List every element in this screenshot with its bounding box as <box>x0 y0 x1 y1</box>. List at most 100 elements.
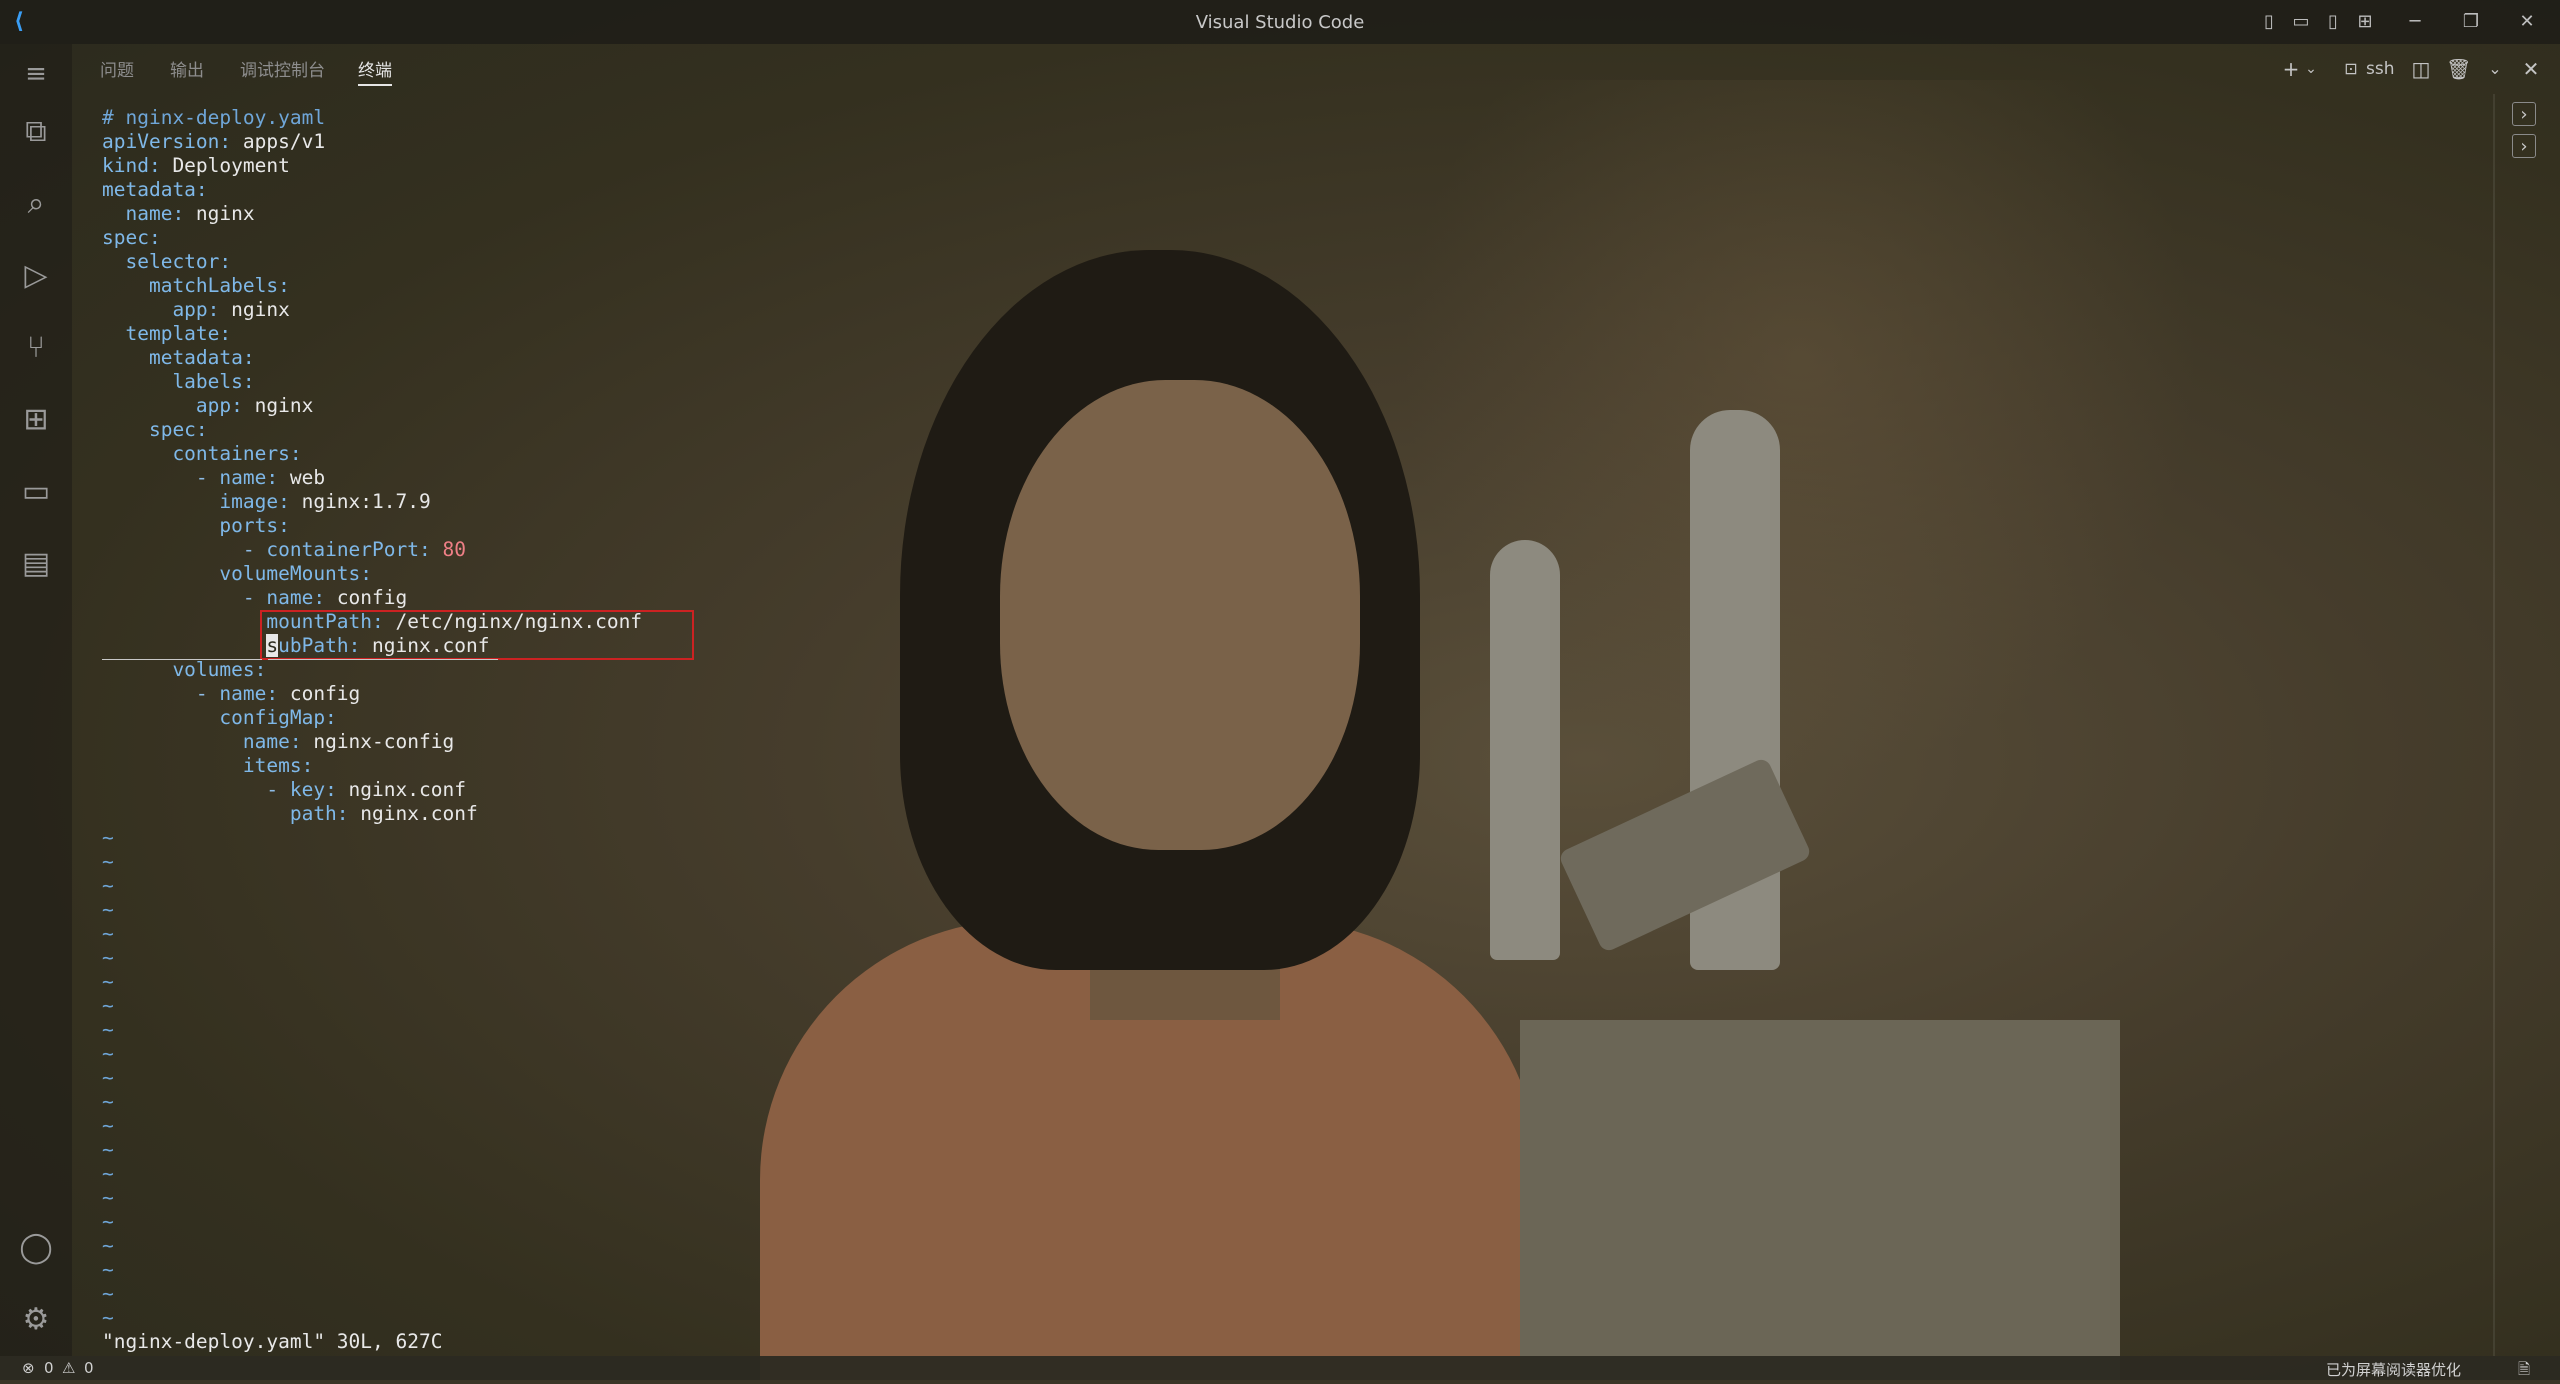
run-debug-icon[interactable]: ▷ <box>16 256 56 296</box>
notebook-icon[interactable]: ▤ <box>16 544 56 584</box>
errors-count[interactable]: 0 <box>44 1359 54 1377</box>
menu-icon[interactable]: ≡ <box>16 54 56 94</box>
terminal-text-segment: containerPort: <box>266 538 431 561</box>
terminal-line: kind: Deployment <box>102 154 290 178</box>
terminal-line: metadata: <box>102 346 255 370</box>
toggle-secondary-sidebar-icon[interactable]: ▯ <box>2322 12 2344 32</box>
screen-reader-status[interactable]: 已为屏幕阅读器优化 <box>2326 1359 2461 1380</box>
terminal-text-segment: items: <box>102 754 314 777</box>
search-icon[interactable]: ⌕ <box>16 184 56 224</box>
terminal-text-segment: metadata: <box>102 346 255 369</box>
terminal-line: - name: config <box>102 586 407 610</box>
terminal-text-segment: matchLabels: <box>102 274 290 297</box>
terminal-text-segment: config <box>278 682 361 705</box>
terminal-text-segment: image: <box>102 490 290 513</box>
terminal-text-segment: nginx <box>219 298 290 321</box>
vim-empty-line-tilde: ~ <box>102 898 114 921</box>
launch-profile-chevron-icon[interactable]: ⌄ <box>2304 56 2318 82</box>
tab-terminal[interactable]: 终端 <box>358 56 392 86</box>
vim-empty-line-tilde: ~ <box>102 1234 114 1257</box>
warnings-icon[interactable]: ⚠ <box>62 1359 75 1377</box>
toggle-primary-sidebar-icon[interactable]: ▯ <box>2258 12 2280 32</box>
terminal-text-segment: nginx.conf <box>348 802 478 825</box>
terminal-text-segment: nginx <box>242 394 314 417</box>
terminal-line: metadata: <box>102 178 208 202</box>
toggle-panel-icon[interactable]: ▭ <box>2290 12 2312 32</box>
vim-empty-line-tilde: ~ <box>102 1114 114 1137</box>
terminal-line: app: nginx <box>102 394 313 418</box>
terminal-text-segment: name: <box>102 202 185 225</box>
terminal-text-segment: - <box>102 778 290 801</box>
vim-empty-line-tilde: ~ <box>102 970 114 993</box>
vim-empty-line-tilde: ~ <box>102 922 114 945</box>
terminal-line: - name: config <box>102 682 360 706</box>
terminal-line: configMap: <box>102 706 336 730</box>
activity-bar: ≡ ⧉ ⌕ ▷ ⑂ ⊞ ▭ ▤ ◯ ⚙ <box>0 44 72 1356</box>
terminal-tabs-divider <box>2493 94 2495 1356</box>
customize-layout-icon[interactable]: ⊞ <box>2354 12 2376 32</box>
terminal-profile-label[interactable]: ssh <box>2366 56 2395 82</box>
split-terminal-icon[interactable]: ◫ <box>2410 56 2432 82</box>
explorer-icon[interactable]: ⧉ <box>16 112 56 152</box>
terminal-content[interactable]: # nginx-deploy.yaml apiVersion: apps/v1 ki… <box>102 106 2482 1356</box>
terminal-line: image: nginx:1.7.9 <box>102 490 430 514</box>
terminal-text-segment: kind: <box>102 154 161 177</box>
terminal-text-segment: name: <box>219 466 279 489</box>
vim-empty-line-tilde: ~ <box>102 850 114 873</box>
terminal-line: matchLabels: <box>102 274 290 298</box>
vim-empty-line-tilde: ~ <box>102 946 114 969</box>
close-panel-icon[interactable]: ✕ <box>2520 56 2542 82</box>
vim-empty-line-tilde: ~ <box>102 874 114 897</box>
new-terminal-plus-icon[interactable]: + <box>2280 56 2302 82</box>
remote-explorer-icon[interactable]: ▭ <box>16 472 56 512</box>
terminal-line: - name: web <box>102 466 325 490</box>
minimize-icon[interactable]: ─ <box>2404 12 2426 32</box>
vim-empty-line-tilde: ~ <box>102 1138 114 1161</box>
terminal-instance-2-icon[interactable]: › <box>2512 134 2536 158</box>
restore-icon[interactable]: ❐ <box>2460 12 2482 32</box>
tab-output[interactable]: 输出 <box>170 56 204 81</box>
notifications-icon[interactable]: 🗎 <box>2518 1359 2530 1384</box>
terminal-instance-1-icon[interactable]: › <box>2512 102 2536 126</box>
terminal-text-segment: spec: <box>102 418 208 441</box>
errors-icon[interactable]: ⊗ <box>22 1359 35 1377</box>
terminal-line: app: nginx <box>102 298 290 322</box>
extensions-icon[interactable]: ⊞ <box>16 400 56 440</box>
accounts-icon[interactable]: ◯ <box>16 1228 56 1268</box>
terminal-text-segment: selector: <box>102 250 232 273</box>
warnings-count[interactable]: 0 <box>84 1359 94 1377</box>
terminal-text-segment: key: <box>289 778 337 801</box>
terminal-text-segment: - <box>102 466 220 489</box>
vim-empty-line-tilde: ~ <box>102 826 114 849</box>
tab-debug-console[interactable]: 调试控制台 <box>240 56 325 81</box>
terminal-line: - containerPort: 80 <box>102 538 466 562</box>
vim-empty-line-tilde: ~ <box>102 1258 114 1281</box>
terminal-icon: ⊡ <box>2344 59 2358 78</box>
terminal-line: spec: <box>102 226 161 250</box>
terminal-text-segment: apps/v1 <box>231 130 326 153</box>
terminal-line: # nginx-deploy.yaml <box>102 106 325 130</box>
terminal-line: ports: <box>102 514 290 538</box>
source-control-icon[interactable]: ⑂ <box>16 328 56 368</box>
terminal-line: spec: <box>102 418 208 442</box>
terminal-line: labels: <box>102 370 254 394</box>
vim-empty-line-tilde: ~ <box>102 1306 114 1329</box>
tab-problems[interactable]: 问题 <box>100 56 134 81</box>
kill-terminal-trash-icon[interactable]: 🗑 <box>2446 56 2471 82</box>
terminal-line: selector: <box>102 250 231 274</box>
terminal-text-segment: nginx.conf <box>336 778 466 801</box>
terminal-text-segment: metadata: <box>102 178 208 201</box>
maximize-panel-chevron-icon[interactable]: ⌄ <box>2484 56 2506 82</box>
vim-empty-line-tilde: ~ <box>102 1162 114 1185</box>
close-window-icon[interactable]: ✕ <box>2516 12 2538 32</box>
terminal-line: volumeMounts: <box>102 562 372 586</box>
terminal-text-segment: app: <box>102 394 243 417</box>
terminal-text-segment: # nginx-deploy.yaml <box>102 106 326 129</box>
vim-empty-line-tilde: ~ <box>102 1210 114 1233</box>
terminal-text-segment: ports: <box>102 514 290 537</box>
terminal-text-segment: apiVersion: <box>102 130 232 153</box>
terminal-text-segment: - <box>102 586 267 609</box>
settings-gear-icon[interactable]: ⚙ <box>16 1300 56 1340</box>
vim-file-status: "nginx-deploy.yaml" 30L, 627C <box>102 1330 443 1353</box>
